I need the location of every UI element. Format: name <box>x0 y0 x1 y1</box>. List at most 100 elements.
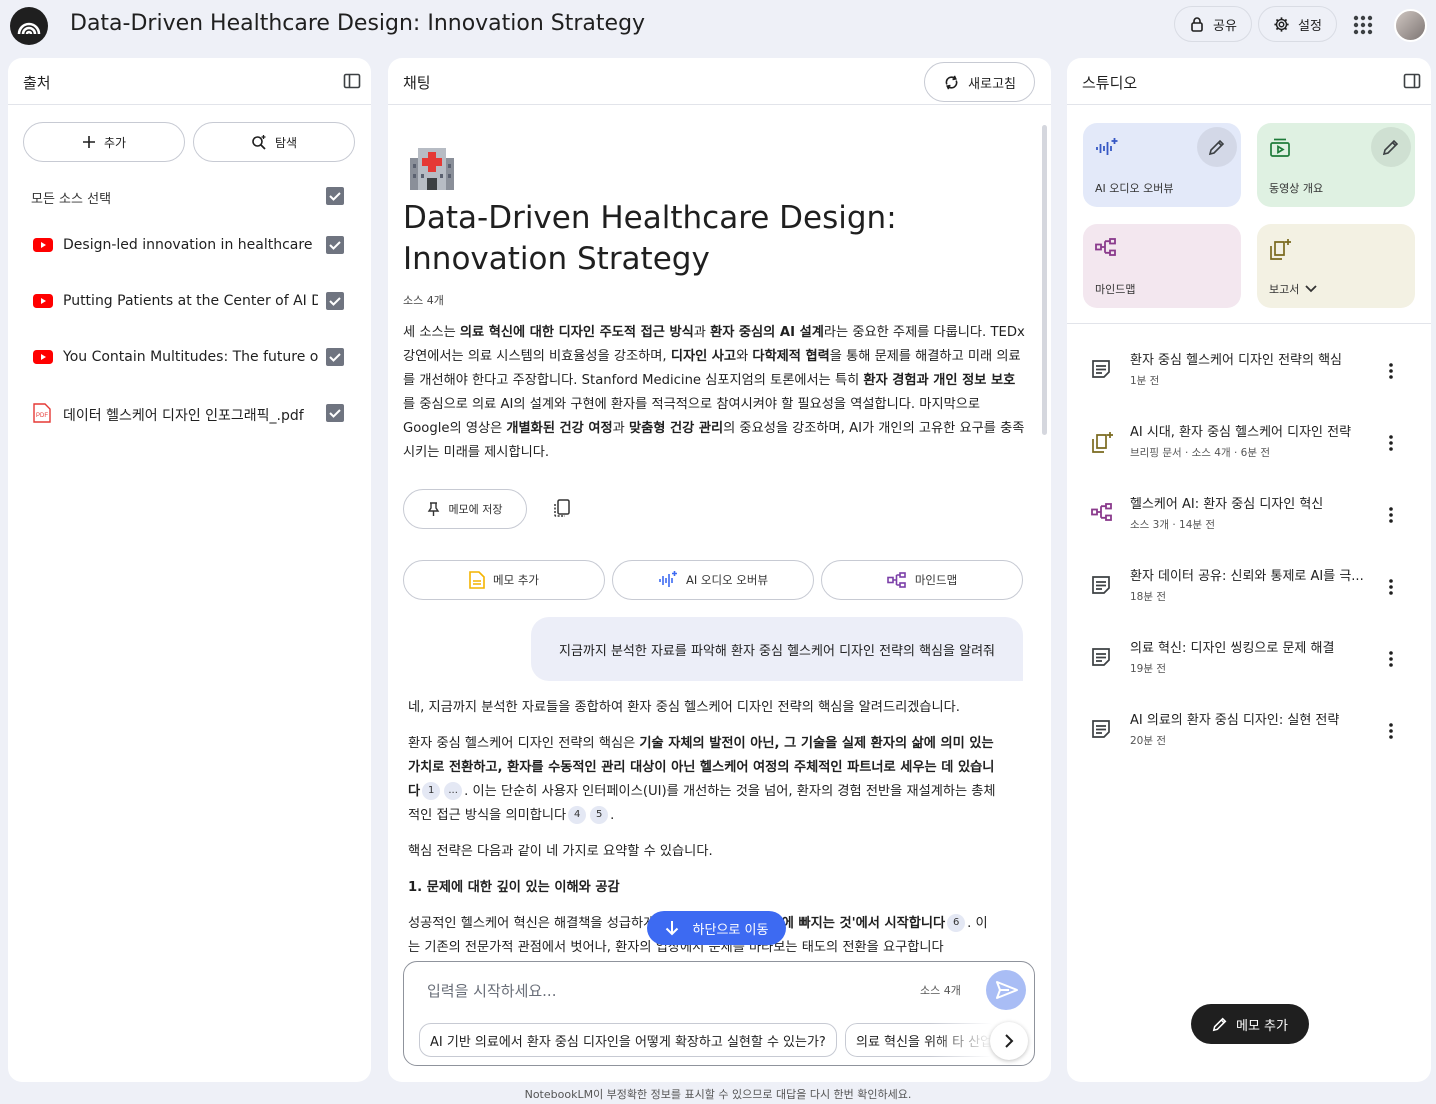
summary-bold-text: 의료 혁신에 대한 디자인 주도적 접근 방식 <box>459 325 694 340</box>
audio-overview-chip[interactable]: AI 오디오 오버뷰 <box>612 560 814 600</box>
summary-bold-text: 환자 경험과 개인 정보 보호 <box>863 373 1016 388</box>
source-count: 소스 4개 <box>403 294 444 307</box>
apps-grid-icon[interactable] <box>1350 12 1376 38</box>
citation-badge[interactable]: ... <box>444 782 463 800</box>
source-checkbox[interactable] <box>326 292 344 310</box>
studio-note-item[interactable]: 환자 데이터 공유: 신뢰와 통제로 AI를 극... 18분 전 <box>1067 553 1431 625</box>
source-item[interactable]: Putting Patients at the Center of AI De.… <box>8 282 371 322</box>
add-memo-chip[interactable]: 메모 추가 <box>403 560 605 600</box>
more-options-icon[interactable] <box>1381 361 1401 381</box>
arrow-down-icon <box>665 921 678 936</box>
video-icon <box>1269 137 1291 159</box>
next-suggestions-button[interactable] <box>990 1022 1028 1060</box>
note-subtitle: 20분 전 <box>1130 735 1167 747</box>
studio-note-item[interactable]: AI 의료의 환자 중심 디자인: 실현 전략 20분 전 <box>1067 697 1431 769</box>
studio-note-item[interactable]: 환자 중심 헬스케어 디자인 전략의 핵심 1분 전 <box>1067 337 1431 409</box>
search-sparkle-icon <box>252 135 266 150</box>
source-checkbox[interactable] <box>326 404 344 422</box>
source-item[interactable]: You Contain Multitudes: The future of ..… <box>8 338 371 378</box>
audio-overview-card[interactable]: AI 오디오 오버뷰 <box>1083 123 1241 207</box>
share-button[interactable]: 공유 <box>1174 6 1252 42</box>
scrollbar[interactable] <box>1042 125 1047 435</box>
note-title: AI 의료의 환자 중심 디자인: 실현 전략 <box>1130 713 1340 728</box>
pencil-icon <box>1208 139 1225 156</box>
card-label: 보고서 <box>1269 281 1319 297</box>
refresh-button[interactable]: 새로고침 <box>924 62 1035 102</box>
source-item[interactable]: PDF 데이터 헬스케어 디자인 인포그래픽_.pdf <box>8 394 371 434</box>
notebooklm-logo-icon[interactable] <box>10 7 48 45</box>
notebook-summary: 세 소스는 의료 혁신에 대한 디자인 주도적 접근 방식과 환자 중심의 AI… <box>403 321 1025 465</box>
svg-text:PDF: PDF <box>36 413 48 419</box>
add-memo-button[interactable]: 메모 추가 <box>1191 1004 1309 1044</box>
answer-heading: 1. 문제에 대한 깊이 있는 이해와 공감 <box>408 880 620 895</box>
note-icon <box>1091 575 1111 595</box>
note-title: AI 시대, 환자 중심 헬스케어 디자인 전략 <box>1130 425 1352 440</box>
source-title: Design-led innovation in healthcare | ..… <box>63 237 318 253</box>
report-icon <box>1091 431 1115 453</box>
sources-panel: 출처 추가 탐색 모든 소스 선택 Design-led innovation … <box>8 58 371 1082</box>
more-options-icon[interactable] <box>1381 505 1401 525</box>
send-button[interactable] <box>986 970 1026 1010</box>
citation-badge[interactable]: 1 <box>422 782 441 800</box>
settings-button[interactable]: 설정 <box>1258 6 1337 42</box>
note-icon <box>1091 359 1111 379</box>
suggestion-chip[interactable]: AI 기반 의료에서 환자 중심 디자인을 어떻게 확장하고 실현할 수 있는가… <box>419 1023 837 1057</box>
more-options-icon[interactable] <box>1381 433 1401 453</box>
studio-panel: 스튜디오 AI 오디오 오버뷰 동영상 개요 마인드맵 보고서 환자 중심 헬스… <box>1067 58 1431 1082</box>
answer-text: 환자 중심 헬스케어 디자인 전략의 핵심은 <box>408 736 640 751</box>
send-icon <box>996 981 1018 999</box>
report-sparkle-icon <box>1269 238 1293 260</box>
collapse-panel-icon[interactable] <box>1403 72 1421 90</box>
mindmap-icon <box>1095 238 1117 256</box>
add-source-button[interactable]: 추가 <box>23 122 185 162</box>
select-all-row[interactable]: 모든 소스 선택 <box>8 177 371 217</box>
studio-title: 스튜디오 <box>1082 74 1138 92</box>
answer-text: 성공적인 헬스케어 혁신은 해결책을 성급하게 <box>408 916 660 931</box>
report-label: 보고서 <box>1269 283 1300 296</box>
select-all-checkbox[interactable] <box>326 187 344 205</box>
report-card[interactable]: 보고서 <box>1257 224 1415 308</box>
notebook-title[interactable]: Data-Driven Healthcare Design: Innovatio… <box>70 11 645 36</box>
explore-sources-button[interactable]: 탐색 <box>193 122 355 162</box>
studio-note-item[interactable]: AI 시대, 환자 중심 헬스케어 디자인 전략브리핑 문서 · 소스 4개 ·… <box>1067 409 1431 481</box>
source-checkbox[interactable] <box>326 348 344 366</box>
studio-note-item[interactable]: 헬스케어 AI: 환자 중심 디자인 혁신 소스 3개 · 14분 전 <box>1067 481 1431 553</box>
more-options-icon[interactable] <box>1381 577 1401 597</box>
copy-icon[interactable] <box>552 498 572 518</box>
more-options-icon[interactable] <box>1381 721 1401 741</box>
mindmap-chip[interactable]: 마인드맵 <box>821 560 1023 600</box>
chat-input[interactable]: 입력을 시작하세요... <box>427 980 556 1001</box>
note-subtitle: 브리핑 문서 · 소스 4개 · 6분 전 <box>1130 447 1270 459</box>
save-to-memo-button[interactable]: 메모에 저장 <box>403 489 527 529</box>
citation-badge[interactable]: 5 <box>590 806 609 824</box>
refresh-icon <box>945 75 958 89</box>
citation-badge[interactable]: 6 <box>947 914 966 932</box>
more-options-icon[interactable] <box>1381 649 1401 669</box>
add-source-label: 추가 <box>103 135 127 150</box>
note-title: 의료 혁신: 디자인 씽킹으로 문제 해결 <box>1130 641 1335 656</box>
citation-badge[interactable]: 4 <box>568 806 587 824</box>
mindmap-icon <box>887 572 906 588</box>
avatar[interactable] <box>1394 9 1427 42</box>
video-overview-card[interactable]: 동영상 개요 <box>1257 123 1415 207</box>
refresh-label: 새로고침 <box>968 76 1016 92</box>
mindmap-card[interactable]: 마인드맵 <box>1083 224 1241 308</box>
summary-bold-text: 맞춤형 건강 관리 <box>629 421 724 436</box>
studio-header: 스튜디오 <box>1067 58 1431 105</box>
collapse-panel-icon[interactable] <box>343 72 361 90</box>
pdf-icon: PDF <box>33 403 51 423</box>
source-checkbox[interactable] <box>326 236 344 254</box>
source-item[interactable]: Design-led innovation in healthcare | ..… <box>8 226 371 266</box>
scroll-to-bottom-button[interactable]: 하단으로 이동 <box>647 911 786 945</box>
chat-input-box[interactable]: 입력을 시작하세요... 소스 4개 AI 기반 의료에서 환자 중심 디자인을… <box>403 961 1035 1066</box>
audio-sparkle-icon <box>1095 137 1119 159</box>
chat-title: 채팅 <box>403 74 431 92</box>
suggestion-chip[interactable]: 의료 혁신을 위해 타 산업 <box>845 1023 1000 1057</box>
summary-text: 와 <box>736 349 753 364</box>
edit-button[interactable] <box>1197 127 1237 167</box>
studio-note-item[interactable]: 의료 혁신: 디자인 씽킹으로 문제 해결 19분 전 <box>1067 625 1431 697</box>
answer-intro: 네, 지금까지 분석한 자료들을 종합하여 환자 중심 헬스케어 디자인 전략의… <box>408 700 960 715</box>
summary-bold-text: 환자 중심의 AI 설계 <box>710 325 824 340</box>
chevron-down-icon[interactable] <box>1303 283 1319 295</box>
edit-button[interactable] <box>1371 127 1411 167</box>
